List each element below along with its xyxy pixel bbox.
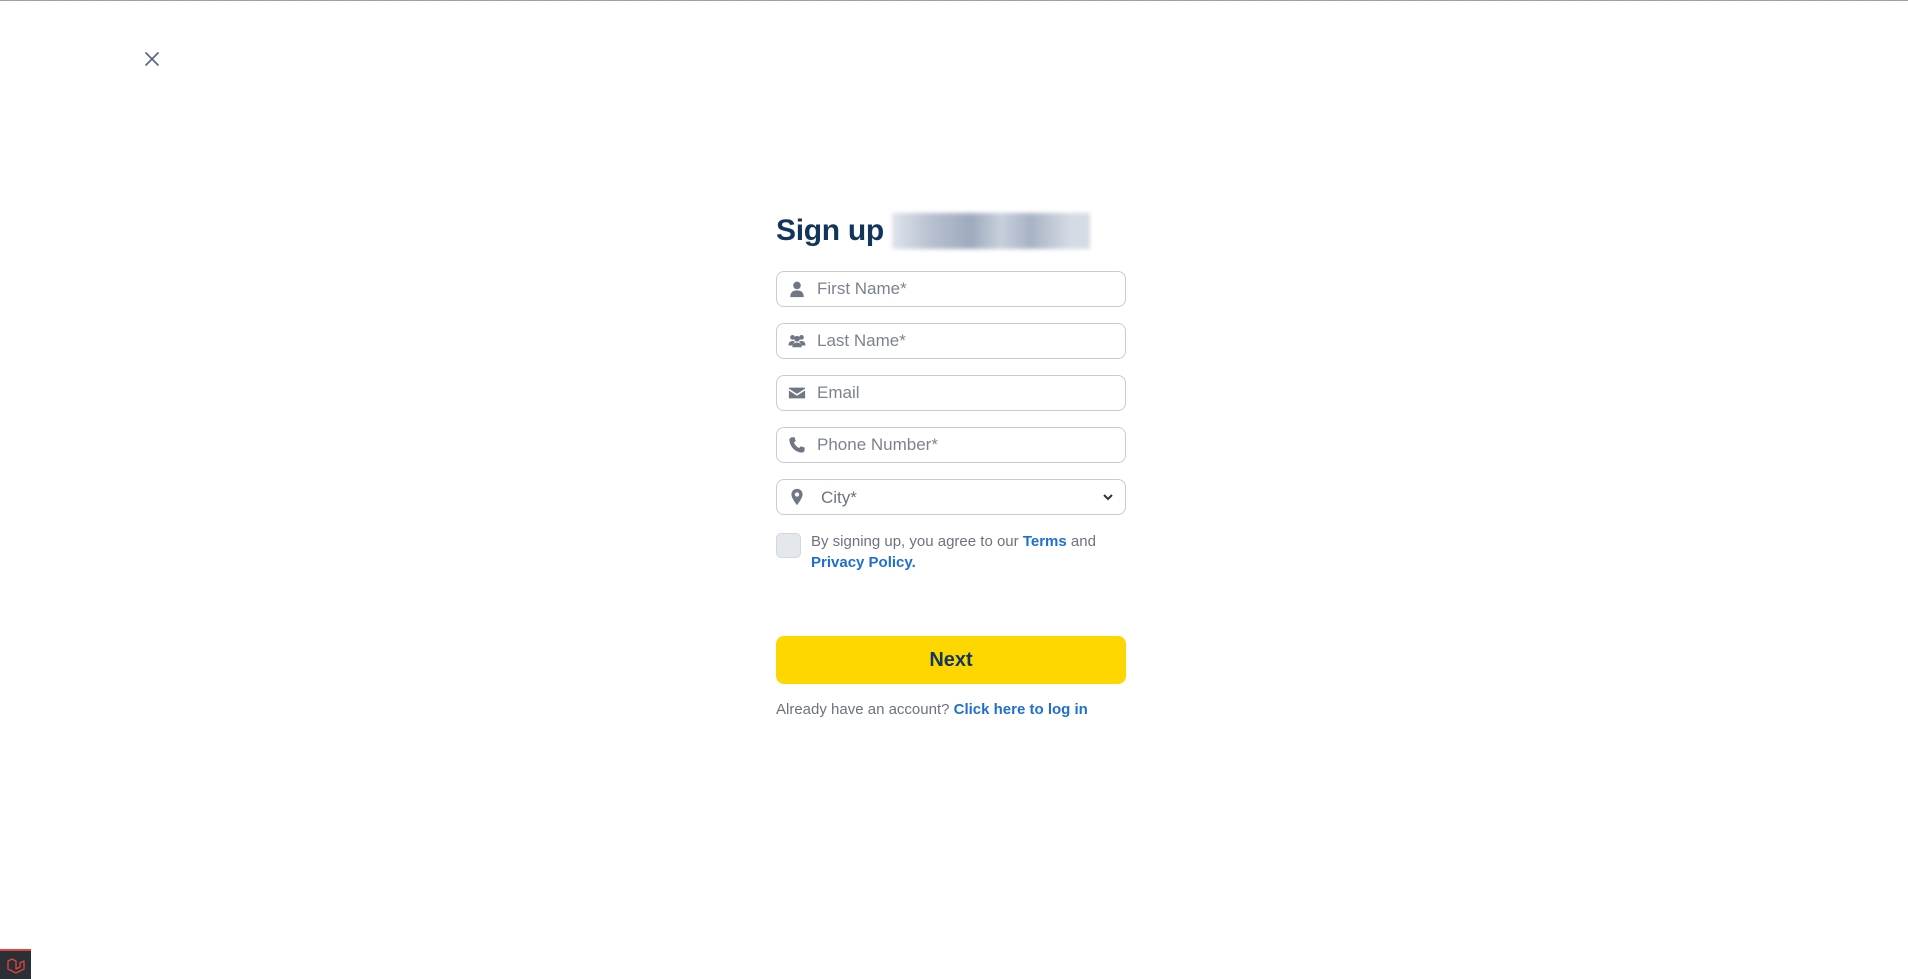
title-row: Sign up (776, 209, 1126, 253)
laravel-logo-icon (6, 957, 25, 974)
login-prompt-text: Already have an account? (776, 701, 950, 718)
terms-conjunction: and (1070, 533, 1096, 550)
first-name-input[interactable] (817, 272, 1115, 306)
login-link[interactable]: Click here to log in (954, 701, 1088, 718)
chevron-down-icon (1101, 490, 1115, 504)
city-field[interactable]: City* (776, 479, 1126, 515)
close-icon (145, 52, 159, 66)
page-title: Sign up (776, 214, 884, 247)
privacy-policy-link[interactable]: Privacy Policy. (811, 554, 916, 571)
email-input[interactable] (817, 376, 1115, 410)
phone-input[interactable] (817, 428, 1115, 462)
terms-link[interactable]: Terms (1023, 533, 1067, 550)
users-icon (787, 331, 807, 351)
close-button[interactable] (138, 45, 166, 73)
city-select[interactable]: City* (817, 480, 1101, 514)
terms-prefix: By signing up, you agree to our (811, 533, 1019, 550)
signup-page: Sign up First Name* Last Name* Email Pho… (0, 0, 1908, 979)
first-name-field[interactable] (776, 271, 1126, 307)
terms-agreement: By signing up, you agree to our Terms an… (776, 531, 1126, 573)
terms-text: By signing up, you agree to our Terms an… (811, 531, 1096, 573)
next-button[interactable]: Next (776, 636, 1126, 684)
terms-checkbox[interactable] (776, 533, 801, 558)
phone-field[interactable] (776, 427, 1126, 463)
phone-icon (787, 435, 807, 455)
signup-form: Sign up First Name* Last Name* Email Pho… (776, 209, 1126, 718)
envelope-icon (787, 383, 807, 403)
last-name-input[interactable] (817, 324, 1115, 358)
email-field[interactable] (776, 375, 1126, 411)
user-icon (787, 279, 807, 299)
debug-toolbar-badge[interactable] (0, 949, 31, 979)
last-name-field[interactable] (776, 323, 1126, 359)
redacted-brand-name (891, 213, 1090, 249)
map-pin-icon (787, 487, 807, 507)
login-prompt: Already have an account? Click here to l… (776, 701, 1126, 718)
